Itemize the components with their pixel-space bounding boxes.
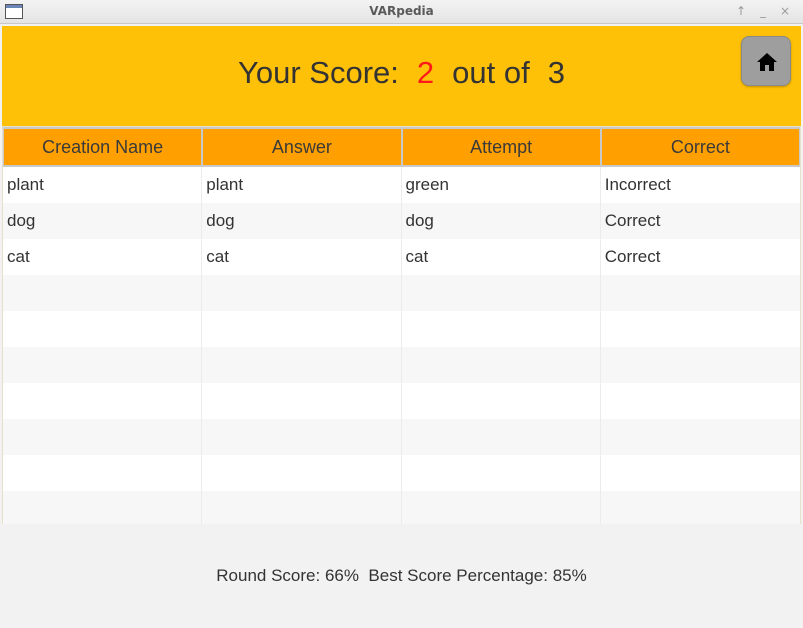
cell-correct: Correct xyxy=(604,247,661,266)
out-of-label: out of xyxy=(452,55,530,90)
score-summary: Your Score: 2 out of 3 xyxy=(2,55,801,91)
cell-creation-name: dog xyxy=(3,203,203,239)
round-score: Round Score: 66% xyxy=(216,566,359,585)
score-header: Your Score: 2 out of 3 xyxy=(2,26,801,126)
score-value: 2 xyxy=(416,55,435,90)
window-titlebar: VARpedia ↑ _ × xyxy=(0,0,803,24)
column-header-answer[interactable]: Answer xyxy=(202,127,402,167)
home-button[interactable] xyxy=(741,36,791,86)
table-row[interactable]: cat cat cat Correct xyxy=(3,239,800,275)
empty-table-row xyxy=(3,311,800,347)
results-table: Creation Name Answer Attempt Correct pla… xyxy=(2,126,801,527)
maximize-button[interactable]: ↑ xyxy=(733,3,749,19)
cell-answer: dog xyxy=(202,203,402,239)
cell-answer: plant xyxy=(202,167,402,203)
minimize-button[interactable]: _ xyxy=(755,3,771,19)
empty-table-row xyxy=(3,347,800,383)
cell-correct: Correct xyxy=(604,211,661,230)
cell-creation-name: plant xyxy=(3,167,203,203)
close-button[interactable]: × xyxy=(777,3,793,19)
column-header-creation-name[interactable]: Creation Name xyxy=(3,127,203,167)
total-value: 3 xyxy=(547,55,565,90)
cell-attempt: cat xyxy=(402,239,601,275)
home-icon xyxy=(757,53,777,71)
cell-answer: cat xyxy=(202,239,402,275)
empty-table-row xyxy=(3,491,800,527)
cell-creation-name: cat xyxy=(3,239,203,275)
table-row[interactable]: plant plant green Incorrect xyxy=(3,167,800,203)
empty-table-row xyxy=(3,455,800,491)
best-score-percentage: Best Score Percentage: 85% xyxy=(368,566,587,585)
score-footer: Round Score: 66% Best Score Percentage: … xyxy=(2,524,801,628)
window-title: VARpedia xyxy=(369,4,434,18)
empty-table-row xyxy=(3,383,800,419)
table-header: Creation Name Answer Attempt Correct xyxy=(3,127,800,167)
cell-attempt: dog xyxy=(402,203,601,239)
empty-table-row xyxy=(3,275,800,311)
column-header-correct[interactable]: Correct xyxy=(600,127,800,167)
cell-attempt: green xyxy=(402,167,601,203)
table-row[interactable]: dog dog dog Correct xyxy=(3,203,800,239)
column-header-attempt[interactable]: Attempt xyxy=(401,127,601,167)
score-label: Your Score: xyxy=(238,55,399,90)
score-stats: Round Score: 66% Best Score Percentage: … xyxy=(2,566,801,586)
empty-table-row xyxy=(3,419,800,455)
cell-correct: Incorrect xyxy=(604,175,671,194)
